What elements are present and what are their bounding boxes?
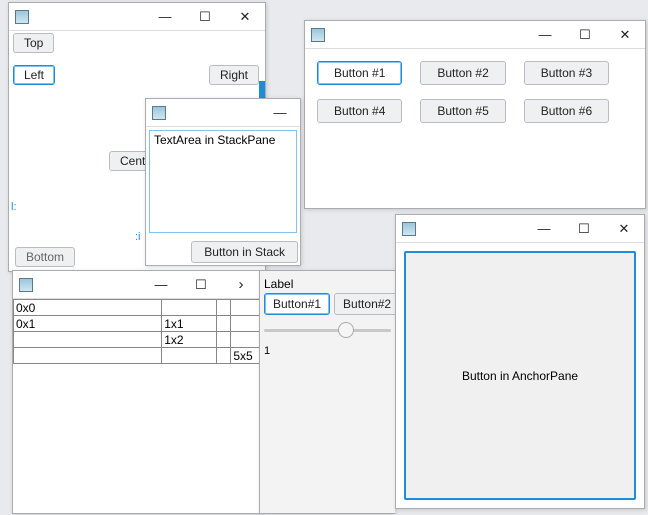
stackpane-window: — TextArea in StackPane Button in Stack (145, 98, 301, 266)
table-row: 0x1 1x1 (14, 316, 261, 332)
minimize-button[interactable]: — (260, 99, 300, 127)
app-icon (152, 106, 166, 120)
grid-cell (162, 300, 216, 316)
maximize-button[interactable]: ☐ (185, 3, 225, 31)
flow-button-6[interactable]: Button #6 (524, 99, 609, 123)
app-icon (15, 10, 29, 24)
slider-value: 1 (264, 343, 391, 357)
marker-text: :i (135, 231, 141, 243)
app-icon (402, 222, 416, 236)
label: Label (264, 275, 391, 293)
minimize-button[interactable]: — (145, 3, 185, 31)
flow-button-2[interactable]: Button #2 (420, 61, 505, 85)
maximize-button[interactable]: ☐ (564, 215, 604, 243)
grid-cell (216, 348, 231, 364)
grid-table: 0x0 0x1 1x1 1x2 5x5 (13, 299, 261, 364)
close-button[interactable]: ✕ (605, 21, 645, 49)
grid-cell: 0x0 (14, 300, 162, 316)
titlebar[interactable]: — (146, 99, 300, 127)
titlebar[interactable]: — ☐ › (13, 271, 261, 299)
slider-thumb[interactable] (338, 322, 354, 338)
slider-track (264, 329, 391, 332)
close-button[interactable]: ✕ (225, 3, 265, 31)
grid-cell (231, 300, 261, 316)
close-button[interactable]: ✕ (604, 215, 644, 243)
grid-cell: 0x1 (14, 316, 162, 332)
table-row: 1x2 (14, 332, 261, 348)
grid-cell (14, 348, 162, 364)
top-button[interactable]: Top (13, 33, 54, 53)
anchor-button[interactable]: Button in AnchorPane (404, 251, 636, 500)
app-icon (19, 278, 33, 292)
grid-cell (216, 300, 231, 316)
flow-button-1[interactable]: Button #1 (317, 61, 402, 85)
grid-cell (14, 332, 162, 348)
maximize-button[interactable]: ☐ (181, 271, 221, 299)
marker-text: l: (11, 201, 17, 213)
slider[interactable] (264, 319, 391, 343)
grid-cell (231, 316, 261, 332)
grid-cell (216, 332, 231, 348)
titlebar[interactable]: — ☐ ✕ (305, 21, 645, 49)
grid-cell: 1x1 (162, 316, 216, 332)
grid-cell (162, 348, 216, 364)
anchorpane-window: — ☐ ✕ Button in AnchorPane (395, 214, 645, 509)
grid-cell (231, 332, 261, 348)
table-row: 5x5 (14, 348, 261, 364)
vbox-window: Label Button#1 Button#2 1 (259, 270, 395, 514)
maximize-button[interactable]: ☐ (565, 21, 605, 49)
gridpane-window: — ☐ › 0x0 0x1 1x1 1x2 (12, 270, 262, 514)
flow-button-5[interactable]: Button #5 (420, 99, 505, 123)
right-button[interactable]: Right (209, 65, 259, 85)
stack-textarea[interactable]: TextArea in StackPane (149, 130, 297, 233)
minimize-button[interactable]: — (141, 271, 181, 299)
bottom-button[interactable]: Bottom (15, 247, 75, 267)
grid-cell: 1x2 (162, 332, 216, 348)
hbox-button-2[interactable]: Button#2 (334, 293, 400, 315)
hbox-button-1[interactable]: Button#1 (264, 293, 330, 315)
flow-button-4[interactable]: Button #4 (317, 99, 402, 123)
flow-button-3[interactable]: Button #3 (524, 61, 609, 85)
grid-cell (216, 316, 231, 332)
titlebar[interactable]: — ☐ ✕ (396, 215, 644, 243)
left-button[interactable]: Left (13, 65, 55, 85)
grid-cell: 5x5 (231, 348, 261, 364)
titlebar[interactable]: — ☐ ✕ (9, 3, 265, 31)
minimize-button[interactable]: — (524, 215, 564, 243)
stack-button[interactable]: Button in Stack (191, 241, 298, 263)
flowpane-window: — ☐ ✕ Button #1 Button #2 Button #3 Butt… (304, 20, 646, 209)
minimize-button[interactable]: — (525, 21, 565, 49)
table-row: 0x0 (14, 300, 261, 316)
more-button[interactable]: › (221, 271, 261, 299)
app-icon (311, 28, 325, 42)
